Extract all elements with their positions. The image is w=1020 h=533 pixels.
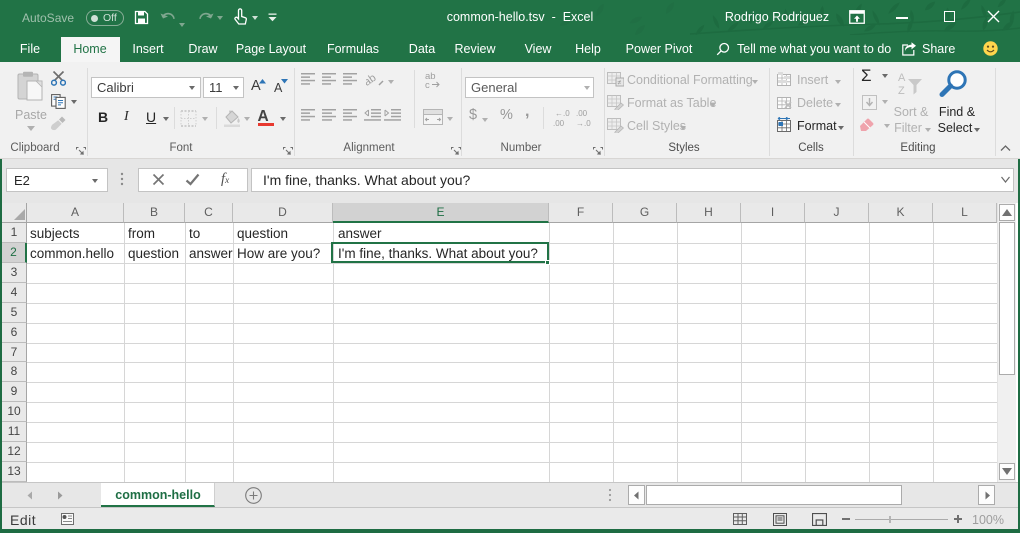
svg-text:c: c [425,80,430,89]
svg-text:.00: .00 [576,109,588,118]
svg-text:Z: Z [898,85,905,97]
svg-text:.00: .00 [553,119,565,128]
svg-text:←.0: ←.0 [555,109,570,118]
svg-text:ab: ab [366,72,378,88]
svg-text:A: A [898,72,906,84]
svg-text:→.0: →.0 [576,119,591,128]
svg-text:≠: ≠ [618,80,622,87]
